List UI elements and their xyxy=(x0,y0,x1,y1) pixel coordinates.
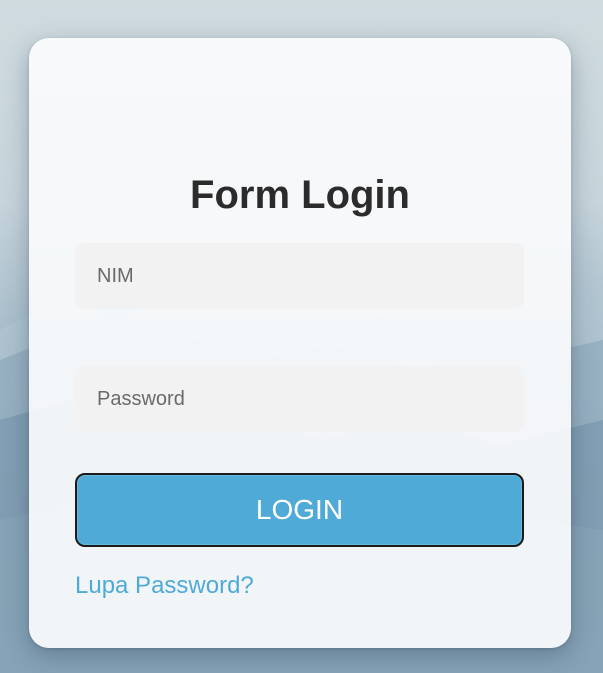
form-title: Form Login xyxy=(190,173,410,217)
password-input[interactable] xyxy=(75,366,524,432)
forgot-password-link[interactable]: Lupa Password? xyxy=(75,572,254,600)
nim-input[interactable] xyxy=(75,243,524,309)
login-card: Form Login LOGIN Lupa Password? xyxy=(29,38,571,648)
login-button[interactable]: LOGIN xyxy=(75,473,524,547)
